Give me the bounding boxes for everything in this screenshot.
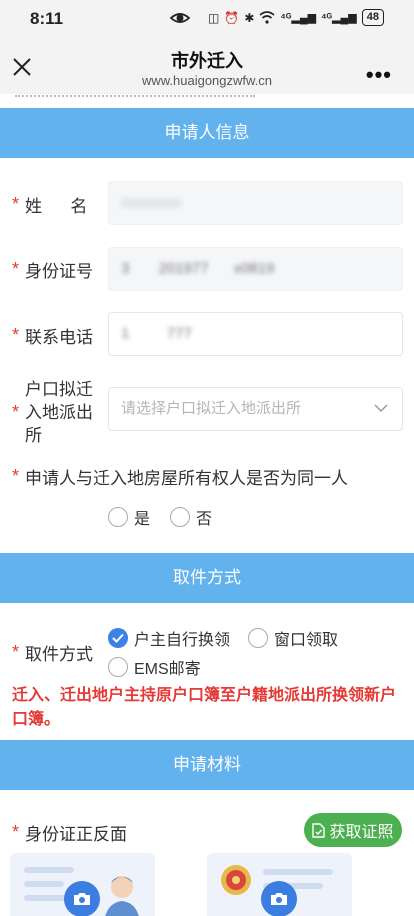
scrolled-content-hint (0, 94, 414, 108)
document-icon (312, 822, 326, 838)
page-title: 市外迁入 (171, 51, 243, 71)
name-redacted (121, 198, 181, 209)
chevron-down-icon (374, 404, 388, 413)
required-mark: * (12, 466, 20, 486)
yes-label: 是 (134, 511, 151, 528)
pickup-radio-group: 户主自行换领 窗口领取 EMS邮寄 (108, 626, 408, 682)
same-owner-yes-radio[interactable]: 是 (108, 505, 150, 529)
phone-field[interactable]: 1 777 (108, 312, 403, 356)
name-label: * 姓 名 (12, 192, 87, 217)
same-owner-no-radio[interactable]: 否 (170, 505, 212, 529)
radio-circle (108, 507, 128, 527)
phone-label: * 联系电话 (12, 323, 93, 348)
signal-icon-2: ⁴ᴳ▂▄▆ (321, 12, 357, 24)
police-station-label: * 户口拟迁入地派出所 (12, 378, 97, 447)
id-number-value: 3 201977 x0819 (121, 260, 275, 277)
avatar-icon (105, 876, 139, 916)
id-card-back-upload[interactable] (207, 853, 352, 916)
nfc-icon: ◫ (208, 10, 220, 25)
pickup-note: 迁入、迁出地户主持原户口簿至户籍地派出所换领新户口簿。 (12, 687, 397, 728)
id-card-label: * 身份证正反面 (12, 820, 127, 845)
id-number-label-text: 身份证号 (25, 262, 94, 281)
national-emblem-icon (221, 865, 251, 895)
camera-icon[interactable] (64, 881, 100, 916)
name-label-text: 姓 名 (25, 197, 88, 216)
pickup-option-window-label: 窗口领取 (274, 632, 339, 649)
section-pickup-header: 取件方式 (0, 553, 414, 603)
name-field[interactable] (108, 181, 403, 225)
pickup-option-window[interactable]: 窗口领取 (248, 626, 338, 650)
pickup-option-self-label: 户主自行换领 (134, 632, 231, 649)
id-number-label: * 身份证号 (12, 257, 93, 282)
section-applicant-header: 申请人信息 (0, 108, 414, 158)
pickup-option-ems-label: EMS邮寄 (134, 661, 201, 678)
checkmark-icon (108, 628, 128, 648)
bluetooth-icon: ✱ (244, 10, 255, 25)
page-url: www.huaigongzwfw.cn (141, 73, 273, 88)
alarm-icon: ⏰ (224, 10, 240, 25)
pickup-option-ems[interactable]: EMS邮寄 (108, 655, 201, 679)
same-owner-question: * 申请人与迁入地房屋所有权人是否为同一人 (12, 464, 348, 489)
id-card-label-text: 身份证正反面 (25, 825, 128, 844)
get-certificate-button[interactable]: 获取证照 (304, 813, 402, 847)
camera-icon[interactable] (261, 881, 297, 916)
required-mark: * (12, 259, 20, 279)
battery-icon: 48 (361, 9, 384, 26)
wifi-icon (259, 11, 275, 24)
radio-circle (108, 657, 128, 677)
status-icons: ◫ ⏰ ✱ ⁴ᴳ▂▄▆ ⁴ᴳ▂▄▆ 48 (208, 9, 384, 26)
same-owner-radio-group: 是 否 (108, 505, 212, 529)
radio-circle (248, 628, 269, 648)
police-station-label-text: 户口拟迁入地派出所 (25, 380, 94, 445)
required-mark: * (12, 402, 20, 422)
eye-icon (170, 13, 190, 23)
radio-circle (170, 507, 191, 527)
nav-bar: 市外迁入 www.huaigongzwfw.cn ••• (0, 38, 414, 94)
police-station-placeholder: 请选择户口拟迁入地派出所 (121, 400, 302, 417)
required-mark: * (12, 642, 20, 662)
required-mark: * (12, 194, 20, 214)
no-label: 否 (196, 511, 213, 528)
section-materials-header: 申请材料 (0, 740, 414, 790)
status-bar: 8:11 ◫ ⏰ ✱ ⁴ᴳ▂▄▆ ⁴ᴳ▂▄▆ 48 (0, 0, 414, 38)
police-station-select[interactable]: 请选择户口拟迁入地派出所 (108, 387, 403, 431)
pickup-option-self[interactable]: 户主自行换领 (108, 626, 230, 650)
required-mark: * (12, 822, 20, 842)
required-mark: * (12, 325, 20, 345)
pickup-label: * 取件方式 (12, 640, 93, 665)
more-menu-icon[interactable]: ••• (366, 62, 392, 88)
pickup-label-text: 取件方式 (25, 645, 94, 664)
get-certificate-label: 获取证照 (329, 824, 394, 841)
id-card-front-upload[interactable] (10, 853, 155, 916)
id-number-field[interactable]: 3 201977 x0819 (108, 247, 403, 291)
phone-label-text: 联系电话 (25, 328, 94, 347)
signal-icon: ⁴ᴳ▂▄▆ (280, 12, 317, 24)
status-time: 8:11 (30, 9, 64, 28)
phone-value: 1 777 (121, 325, 192, 342)
same-owner-question-text: 申请人与迁入地房屋所有权人是否为同一人 (25, 469, 349, 488)
